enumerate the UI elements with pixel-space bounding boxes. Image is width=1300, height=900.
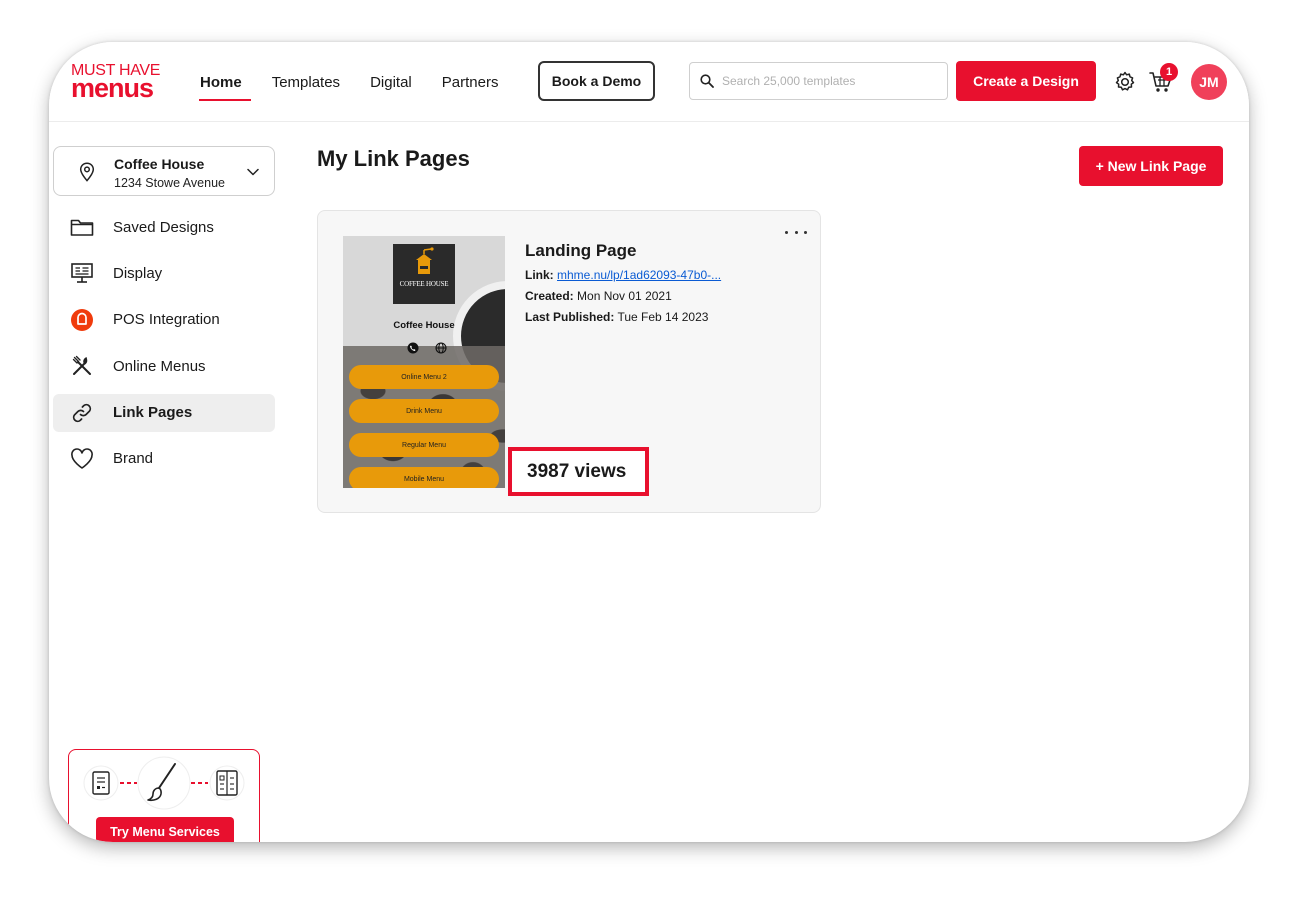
chevron-down-icon xyxy=(247,168,259,176)
created-label: Created: xyxy=(525,289,574,303)
sidebar-item-brand[interactable]: Brand xyxy=(53,440,275,478)
utensils-icon xyxy=(70,355,94,377)
link-icon xyxy=(70,402,94,424)
views-count: 3987 views xyxy=(527,460,627,482)
created-value: Mon Nov 01 2021 xyxy=(577,289,672,303)
sidebar-nav: Saved Designs Display POS Integration On… xyxy=(53,208,275,486)
sidebar-item-link-pages[interactable]: Link Pages xyxy=(53,393,275,432)
sidebar-item-label: Online Menus xyxy=(113,357,206,375)
cart-count-badge: 1 xyxy=(1160,63,1178,81)
sidebar-item-saved-designs[interactable]: Saved Designs xyxy=(53,208,275,246)
sidebar-item-label: Saved Designs xyxy=(113,218,214,236)
sidebar-item-online-menus[interactable]: Online Menus xyxy=(53,347,275,385)
user-avatar[interactable]: JM xyxy=(1191,64,1227,100)
sidebar-item-label: Display xyxy=(113,264,163,282)
created-row: Created: Mon Nov 01 2021 xyxy=(525,289,672,303)
thumbnail-social-icons xyxy=(407,342,447,354)
more-options-icon[interactable] xyxy=(785,227,807,237)
search-input[interactable] xyxy=(722,74,932,88)
main-nav: Home Templates Digital Partners xyxy=(199,42,528,122)
link-page-thumbnail[interactable]: COFFEE HOUSE Coffee House Online Menu 2 … xyxy=(343,236,505,488)
link-url[interactable]: mhme.nu/lp/1ad62093-47b0-... xyxy=(557,268,721,282)
location-name: Coffee House xyxy=(114,156,205,172)
pos-icon xyxy=(70,308,94,331)
link-label: Link: xyxy=(525,268,554,282)
thumbnail-menu-button: Online Menu 2 xyxy=(349,365,499,389)
heart-icon xyxy=(70,448,94,470)
thumbnail-logo: COFFEE HOUSE xyxy=(393,244,455,304)
book-demo-button[interactable]: Book a Demo xyxy=(538,61,655,101)
nav-partners[interactable]: Partners xyxy=(442,42,499,122)
nav-digital[interactable]: Digital xyxy=(370,42,412,122)
app-window: MUST HAVE menus Home Templates Digital P… xyxy=(49,42,1249,842)
globe-icon xyxy=(435,342,447,354)
location-selector[interactable]: Coffee House 1234 Stowe Avenue xyxy=(53,146,275,196)
folder-icon xyxy=(70,216,94,238)
sidebar-item-label: Link Pages xyxy=(113,404,193,422)
try-menu-services-button[interactable]: Try Menu Services xyxy=(96,817,234,842)
phone-icon xyxy=(407,342,419,354)
brand-logo[interactable]: MUST HAVE menus xyxy=(71,63,176,102)
published-row: Last Published: Tue Feb 14 2023 xyxy=(525,310,708,324)
link-page-title: Landing Page xyxy=(525,241,637,260)
link-page-card[interactable]: COFFEE HOUSE Coffee House Online Menu 2 … xyxy=(317,210,821,513)
top-header: MUST HAVE menus Home Templates Digital P… xyxy=(49,42,1249,122)
sidebar-item-display[interactable]: Display xyxy=(53,254,275,292)
published-label: Last Published: xyxy=(525,310,615,324)
thumbnail-menu-button: Regular Menu xyxy=(349,433,499,457)
sidebar-item-pos-integration[interactable]: POS Integration xyxy=(53,301,275,339)
sidebar-item-label: Brand xyxy=(113,450,154,468)
location-pin-icon xyxy=(79,162,95,182)
menu-services-promo: Try Menu Services xyxy=(68,749,260,842)
menu-services-illustration xyxy=(83,756,245,810)
location-address: 1234 Stowe Avenue xyxy=(114,176,225,190)
link-row: Link: mhme.nu/lp/1ad62093-47b0-... xyxy=(525,268,721,282)
nav-templates[interactable]: Templates xyxy=(272,42,340,122)
published-value: Tue Feb 14 2023 xyxy=(617,310,709,324)
logo-bottom-text: menus xyxy=(71,73,154,103)
coffee-grinder-icon xyxy=(416,247,434,274)
thumbnail-business-name: Coffee House xyxy=(393,320,455,331)
display-icon xyxy=(70,262,94,284)
gear-icon[interactable] xyxy=(1113,70,1137,94)
page-title: My Link Pages xyxy=(317,146,470,171)
views-highlight: 3987 views xyxy=(508,447,649,496)
nav-home[interactable]: Home xyxy=(199,42,251,122)
thumbnail-menu-button: Drink Menu xyxy=(349,399,499,423)
sidebar-item-label: POS Integration xyxy=(113,311,220,329)
new-link-page-button[interactable]: + New Link Page xyxy=(1079,146,1223,186)
thumbnail-logo-text: COFFEE HOUSE xyxy=(399,280,449,288)
search-icon xyxy=(700,74,714,88)
thumbnail-menu-button: Mobile Menu xyxy=(349,467,499,488)
search-box[interactable] xyxy=(689,62,948,100)
create-design-button[interactable]: Create a Design xyxy=(956,61,1096,101)
